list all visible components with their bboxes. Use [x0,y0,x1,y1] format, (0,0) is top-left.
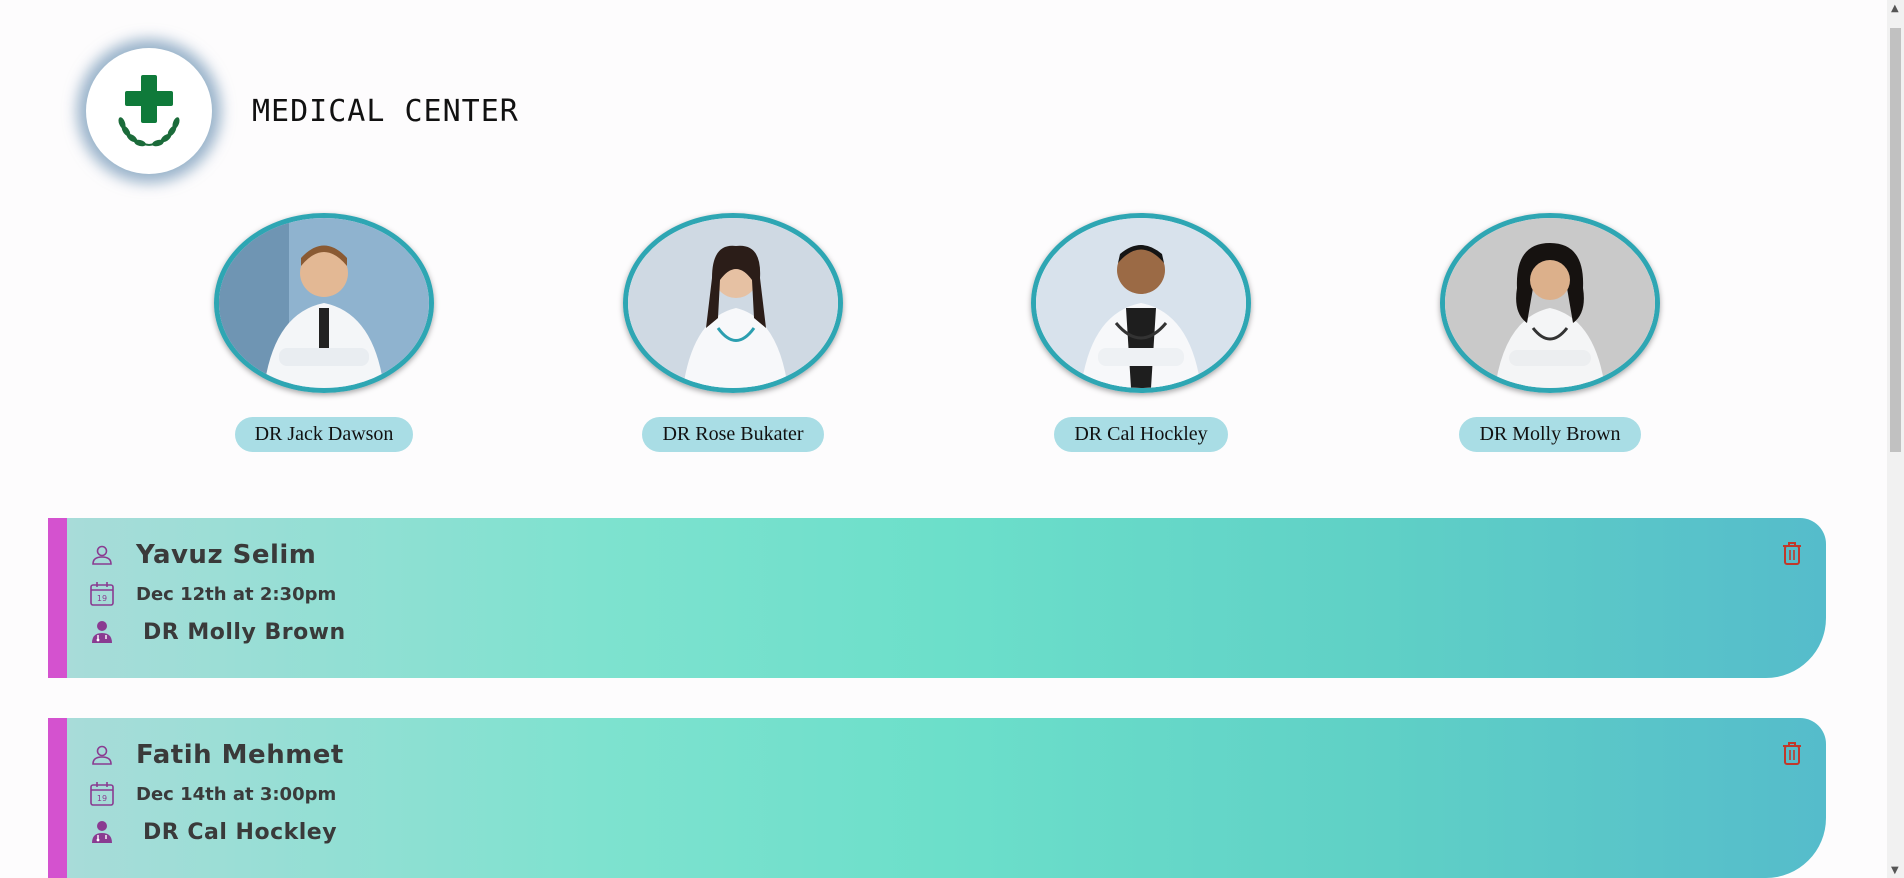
scrollbar-thumb[interactable] [1890,28,1901,452]
scroll-up-arrow-icon[interactable]: ▲ [1891,4,1899,14]
time-row: 19 Dec 12th at 2:30pm [88,580,336,608]
doctor-photo [1440,213,1660,393]
doctor-name: DR Rose Bukater [642,417,824,452]
scrollbar[interactable]: ▲ ▼ [1887,0,1904,878]
time-row: 19 Dec 14th at 3:00pm [88,780,336,808]
doctor-row: DR Cal Hockley [88,818,337,846]
doctor-name: DR Molly Brown [1459,417,1641,452]
doctor-name: DR Cal Hockley [1054,417,1228,452]
patient-row: Yavuz Selim [88,540,316,570]
calendar-icon: 19 [88,780,116,808]
user-icon [88,741,116,769]
appointment-time: Dec 14th at 3:00pm [136,783,337,805]
doctor-photo [214,213,434,393]
appointment-card: Yavuz Selim 19 Dec 12th at 2:30pm DR Mol… [48,518,1826,678]
calendar-day: 19 [97,794,107,803]
doctor-photo [1031,213,1251,393]
doctor-row: DR Molly Brown [88,618,346,646]
user-icon [88,541,116,569]
doctor-card[interactable]: DR Molly Brown [1435,213,1665,452]
medical-cross-laurel-icon [118,75,180,147]
delete-icon[interactable] [1780,540,1806,568]
doctor-name: DR Jack Dawson [234,417,414,452]
appointment-time: Dec 12th at 2:30pm [136,583,337,605]
doctor-list: DR Jack Dawson DR Rose Bukater DR Cal Ho… [0,213,1904,463]
calendar-day: 19 [97,594,107,603]
patient-name: Yavuz Selim [136,540,317,570]
patient-row: Fatih Mehmet [88,740,344,770]
header: MEDICAL CENTER [86,46,519,176]
doctor-card[interactable]: DR Rose Bukater [618,213,848,452]
doctor-icon [88,618,116,646]
page-title: MEDICAL CENTER [252,93,519,129]
calendar-icon: 19 [88,580,116,608]
doctor-photo [623,213,843,393]
assigned-doctor: DR Cal Hockley [143,819,338,845]
logo [86,48,212,174]
scroll-down-arrow-icon[interactable]: ▼ [1891,866,1899,876]
doctor-card[interactable]: DR Jack Dawson [209,213,439,452]
patient-name: Fatih Mehmet [136,740,344,770]
appointment-card: Fatih Mehmet 19 Dec 14th at 3:00pm DR Ca… [48,718,1826,878]
assigned-doctor: DR Molly Brown [143,619,346,645]
doctor-card[interactable]: DR Cal Hockley [1026,213,1256,452]
doctor-icon [88,818,116,846]
delete-icon[interactable] [1780,740,1806,768]
